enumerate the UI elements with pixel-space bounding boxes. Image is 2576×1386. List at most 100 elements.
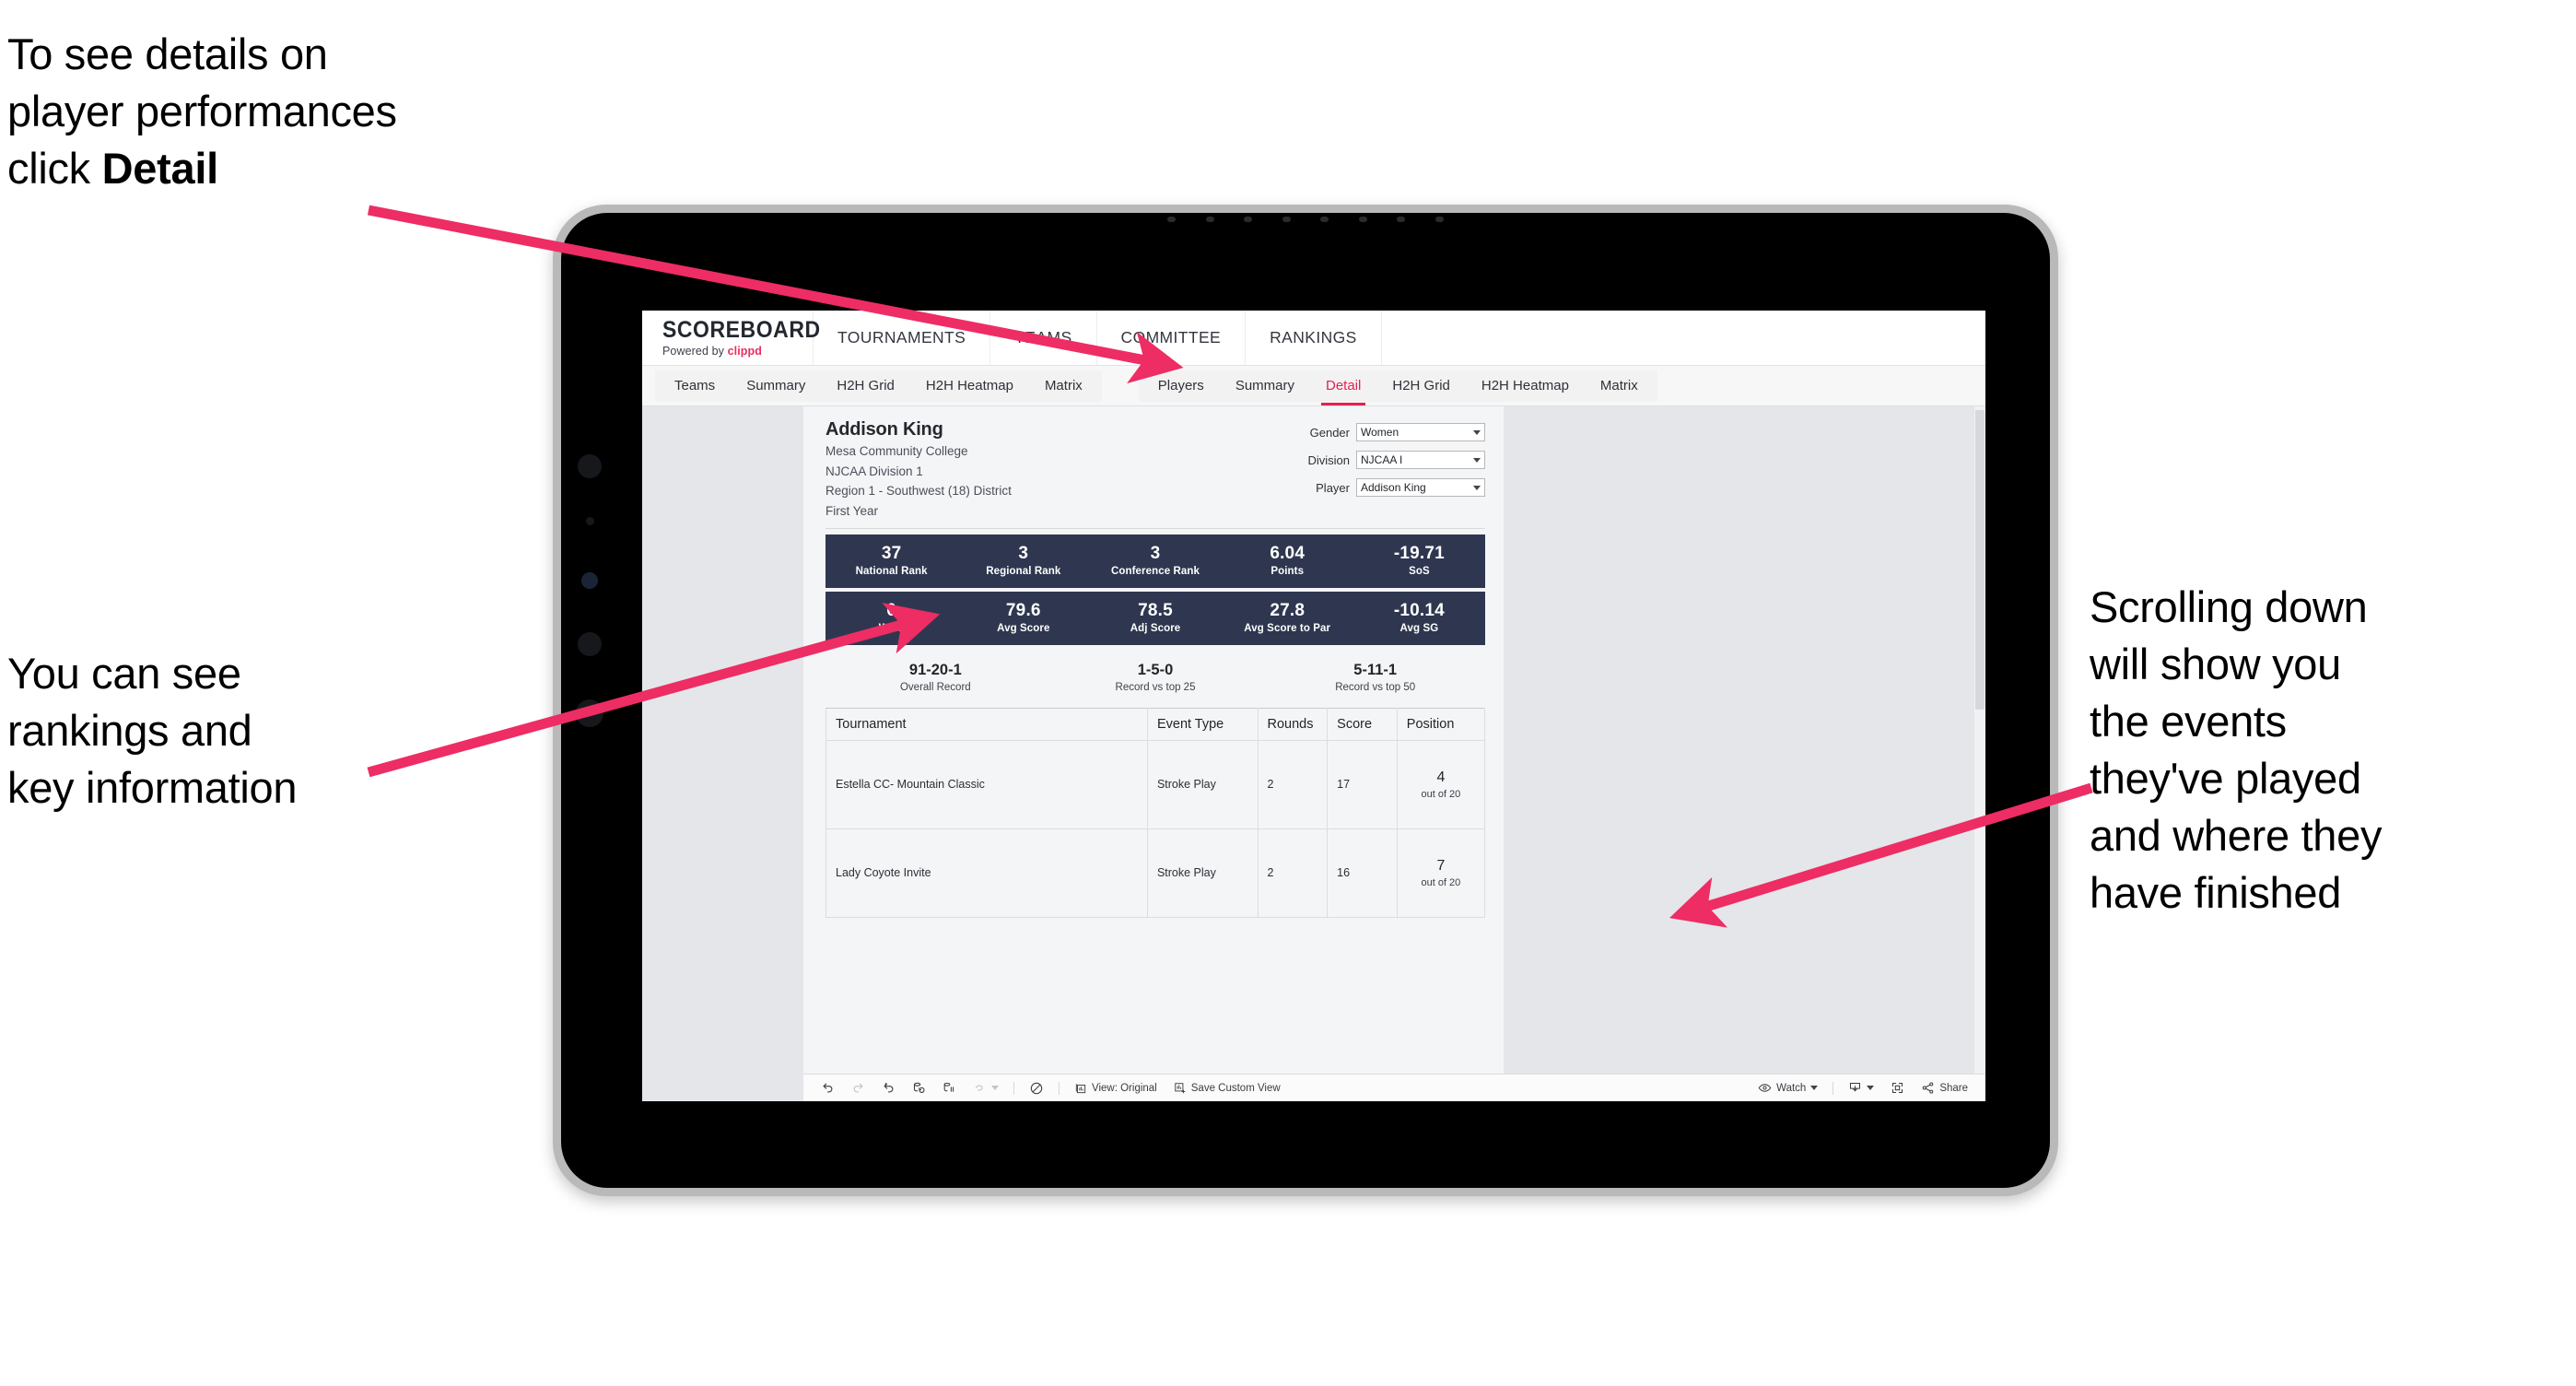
player-name: Addison King	[825, 419, 943, 440]
table-row[interactable]: Estella CC- Mountain Classic Stroke Play…	[825, 739, 1486, 829]
tab-teams[interactable]: Teams	[659, 370, 731, 402]
save-custom-view-button[interactable]: Save Custom View	[1165, 1075, 1289, 1101]
secondary-tab-bar: Teams Summary H2H Grid H2H Heatmap Matri…	[642, 366, 1985, 406]
chevron-down-icon	[1473, 429, 1481, 435]
filter-player: Player Addison King	[1278, 478, 1485, 497]
cell-rounds: 2	[1257, 828, 1329, 918]
redo-button[interactable]	[843, 1075, 873, 1101]
record-label: Record vs top 25	[1115, 681, 1196, 693]
tab-players-detail[interactable]: Detail	[1310, 370, 1376, 405]
player-detail-card: Addison King Mesa Community College NJCA…	[803, 406, 1504, 1074]
nav-item-rankings[interactable]: RANKINGS	[1245, 311, 1382, 365]
events-table: Tournament Event Type Rounds Score Posit…	[825, 707, 1486, 918]
tablet-side-button-3	[576, 699, 603, 727]
tab-teams-h2h-grid[interactable]: H2H Grid	[821, 370, 910, 402]
vertical-scrollbar[interactable]	[1974, 406, 1985, 1074]
tab-players-h2h-heatmap[interactable]: H2H Heatmap	[1466, 370, 1585, 402]
tab-teams-matrix[interactable]: Matrix	[1029, 370, 1098, 402]
app-header: SCOREBOARD Powered by clippd TOURNAMENTS…	[642, 311, 1985, 366]
tab-teams-summary[interactable]: Summary	[731, 370, 821, 402]
filter-division-select[interactable]: NJCAA I	[1356, 451, 1485, 469]
filter-division: Division NJCAA I	[1278, 451, 1485, 469]
filter-gender-label: Gender	[1309, 425, 1350, 440]
filter-player-value: Addison King	[1361, 481, 1426, 494]
stat-value: 79.6	[1005, 601, 1041, 621]
position-outof: out of 20	[1421, 788, 1461, 800]
filter-player-label: Player	[1316, 480, 1350, 495]
stat-avg-sg: -10.14 Avg SG	[1353, 602, 1485, 634]
app-logo[interactable]: SCOREBOARD Powered by clippd	[642, 311, 820, 365]
download-button[interactable]	[1840, 1075, 1882, 1101]
record-label: Record vs top 50	[1335, 681, 1416, 693]
slide-canvas: To see details on player performances cl…	[0, 0, 2576, 1386]
stat-value: -10.14	[1393, 601, 1445, 621]
refresh-data-button[interactable]	[904, 1075, 934, 1101]
col-rounds[interactable]: Rounds	[1257, 707, 1329, 741]
col-score[interactable]: Score	[1327, 707, 1398, 741]
scrollbar-thumb[interactable]	[1975, 410, 1985, 710]
tablet-side-button-1	[578, 454, 602, 478]
record-overall: 91-20-1 Overall Record	[825, 662, 1046, 693]
stat-avg-score: 79.6 Avg Score	[957, 602, 1089, 634]
stat-label: Avg SG	[1399, 623, 1439, 635]
cell-score: 16	[1327, 828, 1398, 918]
redo-history-button[interactable]	[965, 1075, 1007, 1101]
cell-event-type: Stroke Play	[1146, 828, 1259, 918]
tab-players-matrix[interactable]: Matrix	[1585, 370, 1654, 402]
record-value: 5-11-1	[1353, 661, 1398, 678]
stat-value: 78.5	[1138, 601, 1173, 621]
fullscreen-button[interactable]	[1882, 1075, 1913, 1101]
pause-auto-updates-button[interactable]	[934, 1075, 965, 1101]
record-value: 91-20-1	[908, 661, 962, 678]
nav-item-tournaments[interactable]: TOURNAMENTS	[813, 311, 989, 365]
filter-division-value: NJCAA I	[1361, 453, 1403, 466]
position-outof: out of 20	[1421, 876, 1461, 888]
player-year: First Year	[825, 504, 879, 519]
cell-tournament: Estella CC- Mountain Classic	[825, 739, 1148, 829]
stat-label: Adj Score	[1130, 623, 1181, 635]
cell-rounds: 2	[1257, 739, 1329, 829]
stat-label: Avg Score to Par	[1244, 623, 1331, 635]
filter-player-select[interactable]: Addison King	[1356, 478, 1485, 497]
stat-value: 37	[881, 544, 902, 564]
col-event-type[interactable]: Event Type	[1146, 707, 1259, 741]
tablet-screen: SCOREBOARD Powered by clippd TOURNAMENTS…	[642, 311, 1985, 1101]
watch-button[interactable]: Watch	[1750, 1075, 1826, 1101]
tab-players[interactable]: Players	[1142, 370, 1220, 402]
stat-value: 6.04	[1270, 544, 1306, 564]
nav-item-committee[interactable]: COMMITTEE	[1095, 311, 1246, 365]
stat-label: National Rank	[855, 566, 928, 578]
undo-button[interactable]	[813, 1075, 843, 1101]
player-division: NJCAA Division 1	[825, 464, 923, 478]
stats-band-rankings: 37 National Rank 3 Regional Rank 3 Confe…	[825, 534, 1485, 588]
share-button[interactable]: Share	[1913, 1075, 1976, 1101]
stat-conference-rank: 3 Conference Rank	[1089, 545, 1221, 577]
stat-avg-score-to-par: 27.8 Avg Score to Par	[1222, 602, 1353, 634]
player-identity: Addison King Mesa Community College NJCA…	[825, 419, 1012, 521]
revert-button[interactable]	[873, 1075, 904, 1101]
filter-gender-select[interactable]: Women	[1356, 423, 1485, 441]
watch-label: Watch	[1776, 1082, 1807, 1094]
tab-players-summary[interactable]: Summary	[1220, 370, 1310, 402]
col-tournament[interactable]: Tournament	[825, 707, 1148, 741]
stats-band-scoring: 0 Wins 79.6 Avg Score 78.5 Adj Score 27.…	[825, 591, 1485, 645]
viz-toolbar: View: Original Save Custom View Watch Sh…	[803, 1074, 1985, 1101]
tab-players-h2h-grid[interactable]: H2H Grid	[1376, 370, 1466, 402]
tab-group-players: Players Summary Detail H2H Grid H2H Heat…	[1138, 370, 1657, 405]
cell-tournament: Lady Coyote Invite	[825, 828, 1148, 918]
nav-item-teams[interactable]: TEAMS	[989, 311, 1095, 365]
records-row: 91-20-1 Overall Record 1-5-0 Record vs t…	[825, 649, 1485, 708]
position-value: 7	[1436, 857, 1446, 874]
tab-teams-h2h-heatmap[interactable]: H2H Heatmap	[910, 370, 1029, 402]
chevron-down-icon	[1473, 485, 1481, 490]
stat-label: Conference Rank	[1110, 566, 1200, 578]
tablet-device: SCOREBOARD Powered by clippd TOURNAMENTS…	[553, 205, 2058, 1196]
col-position[interactable]: Position	[1396, 707, 1486, 741]
pause-refresh-icon-button[interactable]	[1021, 1075, 1052, 1101]
record-vs-top-50: 5-11-1 Record vs top 50	[1265, 662, 1485, 693]
view-original-button[interactable]: View: Original	[1066, 1075, 1165, 1101]
stat-value: 27.8	[1270, 601, 1306, 621]
table-row[interactable]: Lady Coyote Invite Stroke Play 2 16 7 ou…	[825, 828, 1486, 918]
view-original-label: View: Original	[1092, 1082, 1157, 1094]
record-label: Overall Record	[899, 681, 971, 693]
